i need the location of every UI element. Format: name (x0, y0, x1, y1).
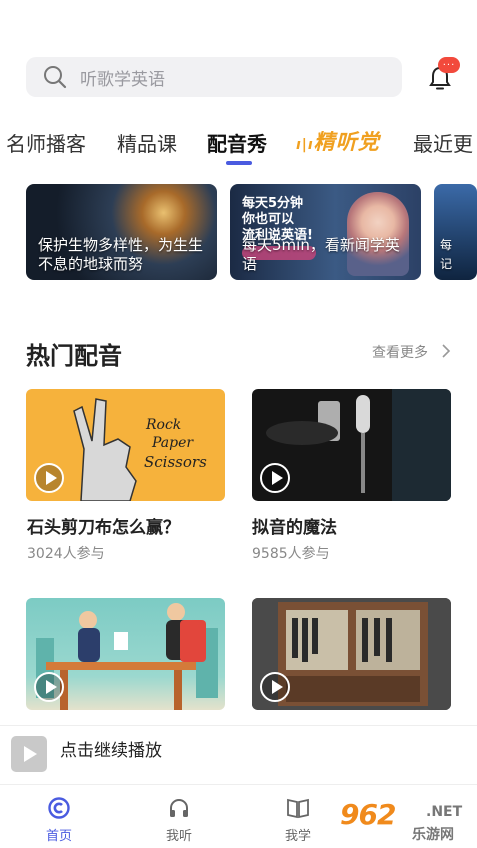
nav-listen-label[interactable]: 我听 (149, 825, 209, 844)
card-thumbnail[interactable] (252, 598, 451, 710)
card-participants: 9585人参与 (252, 546, 330, 562)
play-icon[interactable] (260, 672, 290, 702)
banner-caption: 每天5min，看新闻学英语 (242, 236, 400, 273)
play-icon[interactable] (11, 736, 47, 772)
nav-learn-label[interactable]: 我学 (268, 825, 328, 844)
banner-partial[interactable]: 每 记 (434, 184, 477, 280)
search-placeholder: 听歌学英语 (80, 69, 165, 90)
play-icon[interactable] (260, 463, 290, 493)
svg-text:Rock: Rock (145, 417, 181, 433)
search-icon (44, 66, 67, 89)
card-participants: 3024人参与 (27, 546, 105, 562)
card-thumbnail[interactable] (26, 598, 225, 710)
banner-caption: 保护生物多样性，为生生不息的地球而努 (38, 236, 204, 273)
section-title: 热门配音 (26, 342, 122, 370)
svg-text:Paper: Paper (151, 435, 194, 451)
home-icon (48, 797, 70, 819)
notification-badge: ··· (438, 57, 460, 73)
watermark-name: 乐游网 (412, 827, 454, 843)
book-icon (287, 798, 309, 819)
see-more-link[interactable]: 查看更多 (372, 342, 428, 362)
banner-caption: 每 记 (440, 238, 453, 271)
mini-player-text[interactable]: 点击继续播放 (60, 736, 162, 761)
tab-recent[interactable]: 最近更 (413, 128, 473, 157)
watermark-logo: 962 .NET 乐游网 (338, 798, 472, 844)
play-icon[interactable] (34, 672, 64, 702)
nav-listen[interactable] (167, 796, 191, 824)
active-tab-indicator (226, 161, 252, 165)
nav-home-label[interactable]: 首页 (29, 825, 89, 844)
svg-text:Scissors: Scissors (144, 453, 207, 471)
card-thumbnail[interactable] (252, 389, 451, 501)
card-title[interactable]: 石头剪刀布怎么赢？ (27, 513, 180, 538)
banner-biodiversity[interactable]: 保护生物多样性，为生生不息的地球而努 (26, 184, 217, 280)
watermark-brand: 962 (340, 798, 396, 831)
tab-dubbing-show[interactable]: 配音秀 (207, 128, 267, 157)
watermark-domain: .NET (426, 804, 463, 820)
headphones-icon (170, 799, 188, 817)
tab-premium-courses[interactable]: 精品课 (117, 128, 177, 157)
card-title[interactable]: 拟音的魔法 (252, 513, 337, 538)
tab-teacher-podcast[interactable]: 名师播客 (6, 128, 86, 157)
tab-intensive-listening[interactable]: ı|ı精听党 (296, 126, 380, 156)
nav-home[interactable] (47, 796, 71, 824)
play-icon[interactable] (34, 463, 64, 493)
banner-news-english[interactable]: 每天5分钟 你也可以 流利说英语! 每天5min，看新闻学英语 (230, 184, 421, 280)
chevron-right-icon[interactable] (440, 343, 452, 359)
nav-learn[interactable] (286, 796, 310, 824)
card-thumbnail[interactable]: Rock Paper Scissors (26, 389, 225, 501)
search-bar[interactable]: 听歌学英语 (26, 57, 402, 97)
